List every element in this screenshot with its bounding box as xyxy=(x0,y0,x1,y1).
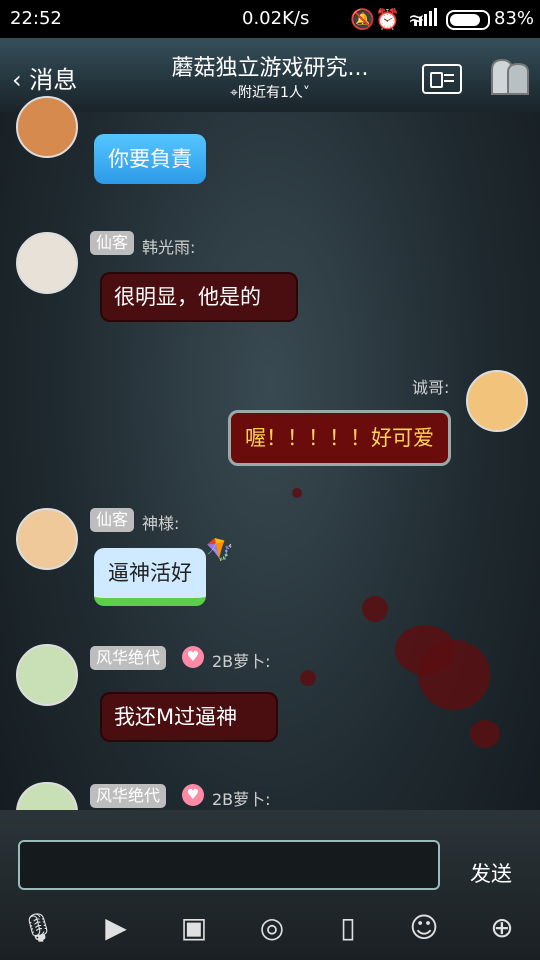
chevron-left-icon: ‹ xyxy=(12,66,22,94)
video-icon[interactable]: ▶ xyxy=(98,910,134,946)
member-title-badge: 仙客 xyxy=(90,231,135,255)
sender-name[interactable]: 神様: xyxy=(142,510,179,534)
chat-header: ‹ 消息 蘑菇独立游戏研究... ⌖附近有1人˅ xyxy=(0,38,540,112)
message-input[interactable] xyxy=(18,840,440,890)
location-pin-icon: ⌖ xyxy=(230,85,238,101)
avatar[interactable] xyxy=(16,96,78,158)
heart-icon: ♥ xyxy=(182,784,204,806)
tombstone-icon[interactable] xyxy=(488,56,532,96)
sender-name[interactable]: 2B萝卜: xyxy=(212,786,271,810)
avatar[interactable] xyxy=(16,508,78,570)
avatar[interactable] xyxy=(16,782,78,812)
avatar[interactable] xyxy=(466,370,528,432)
status-time: 22:52 xyxy=(10,8,62,29)
status-bar: 22:52 0.02K/s 🔕 ⏰ ≈ 83% xyxy=(0,0,540,38)
mute-icon: 🔕 xyxy=(350,7,375,31)
emoji-icon[interactable]: ☺ xyxy=(406,910,442,946)
avatar[interactable] xyxy=(16,232,78,294)
send-button[interactable]: 发送 xyxy=(470,858,512,888)
blood-splat xyxy=(470,720,500,748)
file-icon[interactable]: ▯ xyxy=(330,910,366,946)
blood-splat xyxy=(362,596,388,622)
battery-percent: 83% xyxy=(494,8,535,29)
member-title-badge: 风华绝代 xyxy=(90,784,167,808)
camera-icon[interactable]: ◎ xyxy=(254,910,290,946)
member-title-badge: 风华绝代 xyxy=(90,646,167,670)
blood-splat xyxy=(418,640,490,710)
message-bubble[interactable]: 很明显，他是的 xyxy=(100,272,298,322)
blood-splat xyxy=(292,488,302,498)
sender-name[interactable]: 韩光雨: xyxy=(142,234,195,258)
microphone-icon[interactable]: 🎙 xyxy=(20,910,56,946)
sender-name[interactable]: 诚哥: xyxy=(412,374,449,398)
message-bubble[interactable]: 我还M过逼神 xyxy=(100,692,278,742)
group-profile-button[interactable] xyxy=(422,64,462,94)
plus-icon[interactable]: ⊕ xyxy=(484,910,520,946)
back-button[interactable]: ‹ 消息 xyxy=(12,60,77,95)
chat-title[interactable]: 蘑菇独立游戏研究... xyxy=(150,50,390,82)
message-bubble[interactable]: 逼神活好 xyxy=(94,548,206,606)
heart-icon: ♥ xyxy=(182,646,204,668)
status-net-speed: 0.02K/s xyxy=(242,8,310,29)
chevron-down-icon: ˅ xyxy=(302,85,310,101)
nearby-subtitle[interactable]: ⌖附近有1人˅ xyxy=(150,82,390,102)
sender-name[interactable]: 2B萝卜: xyxy=(212,648,271,672)
kite-icon: 🪁 xyxy=(206,538,234,563)
image-icon[interactable]: ▣ xyxy=(176,910,212,946)
signal-icon xyxy=(414,8,438,26)
member-title-badge: 仙客 xyxy=(90,508,135,532)
avatar[interactable] xyxy=(16,644,78,706)
message-bubble[interactable]: 喔！！！！！好可爱 xyxy=(228,410,451,466)
message-bubble[interactable]: 你要負責 xyxy=(94,134,206,184)
alarm-icon: ⏰ xyxy=(375,7,400,31)
blood-splat xyxy=(300,670,316,686)
back-label: 消息 xyxy=(29,66,78,94)
battery-icon xyxy=(446,10,490,30)
